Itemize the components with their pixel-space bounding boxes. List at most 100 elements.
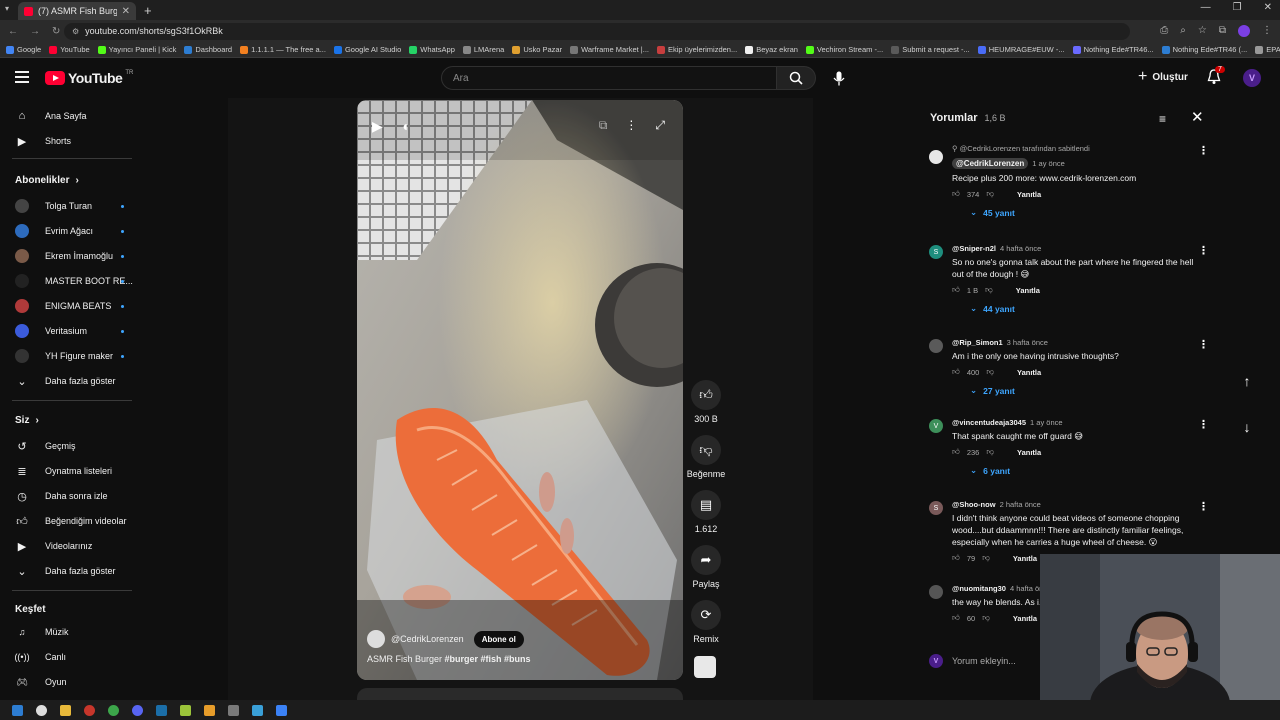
comment-dislike-icon[interactable]: 👎︎ <box>982 613 990 623</box>
sidebar-item-channel[interactable]: Evrim Ağacı <box>0 219 145 243</box>
comment-like-icon[interactable]: 👍︎ <box>952 447 960 457</box>
bookmark-item[interactable]: 1.1.1.1 — The free a... <box>240 45 326 54</box>
sidebar-item-you[interactable]: ≣ Oynatma listeleri <box>0 459 145 483</box>
comment-like-icon[interactable]: 👍︎ <box>952 553 960 563</box>
like-button[interactable]: 👍︎ 300 B <box>686 380 726 424</box>
reply-button[interactable]: Yanıtla <box>1013 614 1037 623</box>
share-button[interactable]: ➦ Paylaş <box>686 545 726 589</box>
bookmark-item[interactable]: Nothing Ede#TR46 (... <box>1161 45 1247 54</box>
view-replies-button[interactable]: ⌄ 45 yanıt <box>970 207 1202 218</box>
close-tab-icon[interactable]: ✕ <box>122 6 130 17</box>
previous-short-icon[interactable]: ↑ <box>1234 368 1260 394</box>
comment-more-options-icon[interactable]: ⋮ <box>1198 144 1209 157</box>
reply-button[interactable]: Yanıtla <box>1017 368 1041 377</box>
view-replies-button[interactable]: ⌄ 27 yanıt <box>970 385 1202 396</box>
back-icon[interactable]: ← <box>8 26 18 37</box>
bookmark-item[interactable]: LMArena <box>462 45 504 54</box>
start-icon[interactable] <box>12 704 23 716</box>
sort-icon[interactable]: ≡ <box>1159 112 1166 126</box>
subscriptions-heading[interactable]: Abonelikler › <box>15 175 79 186</box>
app-icon[interactable] <box>228 704 239 716</box>
tab-search-icon[interactable]: ▾ <box>5 4 9 13</box>
sidebar-item-you[interactable]: ▶ Videolarınız <box>0 534 145 558</box>
new-tab-icon[interactable]: + <box>144 3 152 18</box>
commenter-avatar[interactable]: S <box>929 501 943 515</box>
comment-author[interactable]: @CedrikLorenzen <box>952 158 1029 169</box>
hamburger-menu-icon[interactable] <box>15 71 29 83</box>
commenter-avatar[interactable] <box>929 150 943 164</box>
install-icon[interactable]: ⎙ <box>1160 25 1168 37</box>
app-icon[interactable] <box>180 704 191 716</box>
sidebar-item-shorts[interactable]: ▶ Shorts <box>0 129 145 153</box>
site-info-icon[interactable]: ⚙ <box>72 27 79 36</box>
comment-like-icon[interactable]: 👍︎ <box>952 285 960 295</box>
file-explorer-icon[interactable] <box>60 704 71 716</box>
subscribe-button[interactable]: Abone ol <box>473 630 524 648</box>
maximize-icon[interactable]: ❐ <box>1233 2 1242 13</box>
add-comment[interactable]: V Yorum ekleyin... <box>929 654 1016 668</box>
comment-time[interactable]: 3 hafta önce <box>1007 338 1048 347</box>
close-window-icon[interactable]: ✕ <box>1264 2 1272 13</box>
short-video-player[interactable]: ▶ ◖ ⧉ ⋮ ⤢ @CedrikLorenzen Abone ol ASMR … <box>357 100 683 680</box>
steam-icon[interactable] <box>156 704 167 716</box>
sidebar-item-explore[interactable]: 🎮︎ Oyun <box>0 670 145 694</box>
zoom-icon[interactable]: ⌕ <box>1180 25 1186 37</box>
commenter-avatar[interactable] <box>929 339 943 353</box>
sidebar-item-channel[interactable]: Veritasium <box>0 319 145 343</box>
comment-author[interactable]: @Rip_Simon1 <box>952 338 1003 347</box>
app-icon[interactable] <box>252 704 263 716</box>
view-replies-button[interactable]: ⌄ 44 yanıt <box>970 303 1202 314</box>
comment-more-options-icon[interactable]: ⋮ <box>1198 418 1209 431</box>
commenter-avatar[interactable]: S <box>929 245 943 259</box>
close-icon[interactable]: ✕ <box>1191 108 1204 126</box>
comment-like-icon[interactable]: 👍︎ <box>952 613 960 623</box>
play-icon[interactable]: ▶ <box>372 118 383 135</box>
channel-avatar[interactable] <box>367 630 385 648</box>
commenter-avatar[interactable] <box>929 585 943 599</box>
next-short-icon[interactable]: ↓ <box>1234 414 1260 440</box>
bookmark-item[interactable]: Warframe Market |... <box>570 45 649 54</box>
reply-button[interactable]: Yanıtla <box>1017 190 1041 199</box>
comment-dislike-icon[interactable]: 👎︎ <box>986 367 994 377</box>
reply-button[interactable]: Yanıtla <box>1016 286 1040 295</box>
url-field[interactable]: ⚙ youtube.com/shorts/sgS3f1OkRBk <box>64 22 1130 40</box>
show-more-you[interactable]: ⌄ Daha fazla göster <box>0 559 145 583</box>
bookmark-item[interactable]: Vechiron Stream -... <box>805 45 883 54</box>
comment-time[interactable]: 4 hafta önce <box>1000 244 1041 253</box>
bookmark-item[interactable]: Beyaz ekran <box>745 45 798 54</box>
forward-icon[interactable]: → <box>30 26 40 37</box>
browser-tab[interactable]: (7) ASMR Fish Burger #burger ✕ <box>18 2 136 20</box>
captions-icon[interactable]: ⧉ <box>599 118 608 133</box>
sidebar-item-you[interactable]: 👍︎ Beğendiğim videolar <box>0 509 145 533</box>
notifications-button[interactable]: 7 <box>1207 66 1225 88</box>
minimize-icon[interactable]: — <box>1201 2 1211 13</box>
chrome-icon[interactable] <box>108 704 119 716</box>
bookmark-star-icon[interactable]: ☆ <box>1198 25 1207 37</box>
bookmark-item[interactable]: Dashboard <box>184 45 232 54</box>
comment-like-icon[interactable]: 👍︎ <box>952 367 960 377</box>
account-avatar[interactable]: V <box>1243 69 1261 87</box>
comment-time[interactable]: 2 hafta önce <box>1000 500 1041 509</box>
reply-button[interactable]: Yanıtla <box>1013 554 1037 563</box>
more-options-icon[interactable]: ⋮ <box>625 118 637 133</box>
reload-icon[interactable]: ↻ <box>52 26 60 37</box>
sidebar-item-explore[interactable]: ♫ Müzik <box>0 620 145 644</box>
app-icon[interactable] <box>276 704 287 716</box>
bookmark-item[interactable]: Google <box>6 45 41 54</box>
bookmark-item[interactable]: Usko Pazar <box>512 45 562 54</box>
sidebar-item-you[interactable]: ◷ Daha sonra izle <box>0 484 145 508</box>
search-taskbar-icon[interactable] <box>36 704 47 716</box>
bookmark-item[interactable]: Google AI Studio <box>333 45 401 54</box>
bookmark-item[interactable]: WhatsApp <box>409 45 455 54</box>
sidebar-item-channel[interactable]: Tolga Turan <box>0 194 145 218</box>
sidebar-item-explore[interactable]: ((•)) Canlı <box>0 645 145 669</box>
bookmark-item[interactable]: Ekip üyelerimizden... <box>657 45 737 54</box>
dislike-button[interactable]: 👎︎ Beğenme <box>686 435 726 479</box>
menu-icon[interactable]: ⋮ <box>1262 25 1272 37</box>
remix-button[interactable]: ⟳ Remix <box>686 600 726 644</box>
extensions-icon[interactable]: ⧉ <box>1219 25 1226 37</box>
volume-icon[interactable]: ◖ <box>401 118 409 135</box>
discord-icon[interactable] <box>132 704 143 716</box>
opera-icon[interactable] <box>84 704 95 716</box>
sidebar-item-home[interactable]: ⌂ Ana Sayfa <box>0 104 145 128</box>
